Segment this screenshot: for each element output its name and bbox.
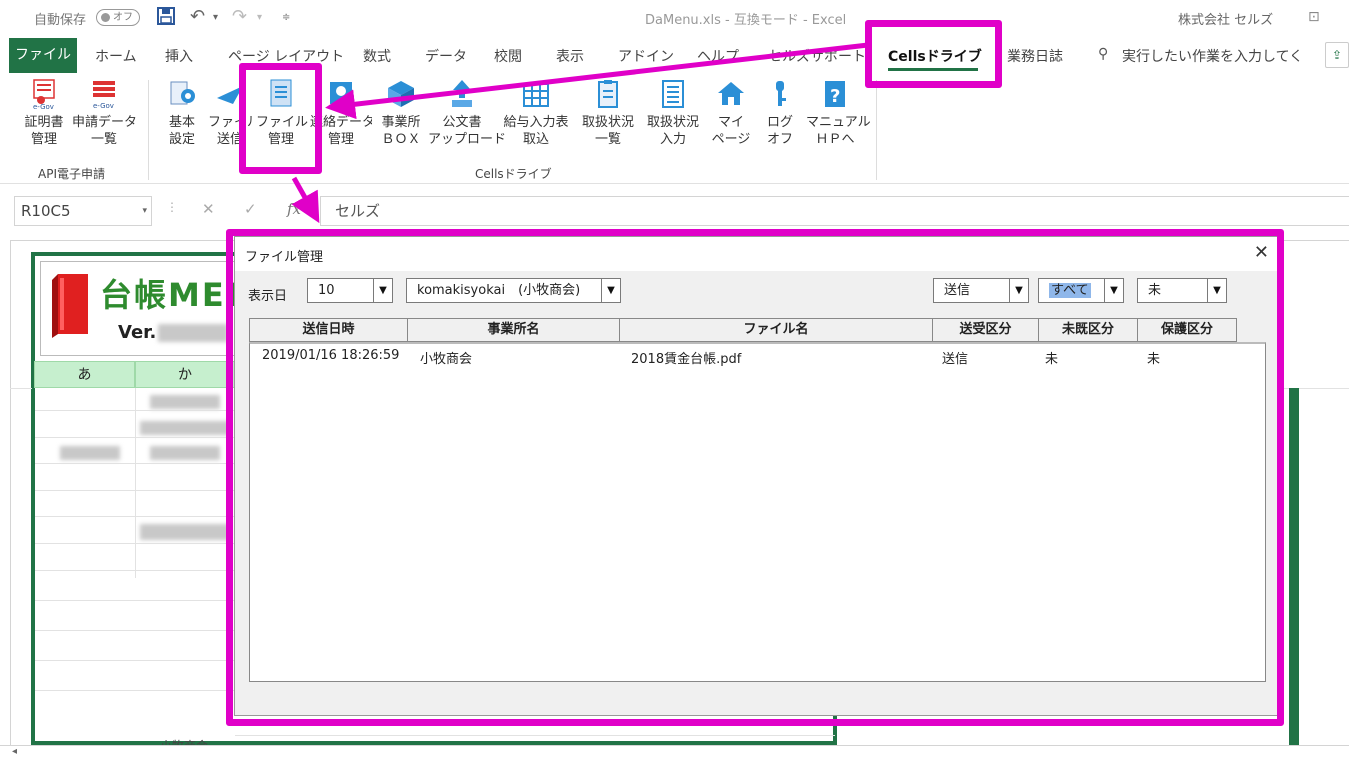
annotation-arrows xyxy=(291,42,869,224)
arrow-to-file-management xyxy=(325,42,869,120)
arrow-to-dialog xyxy=(291,176,320,224)
